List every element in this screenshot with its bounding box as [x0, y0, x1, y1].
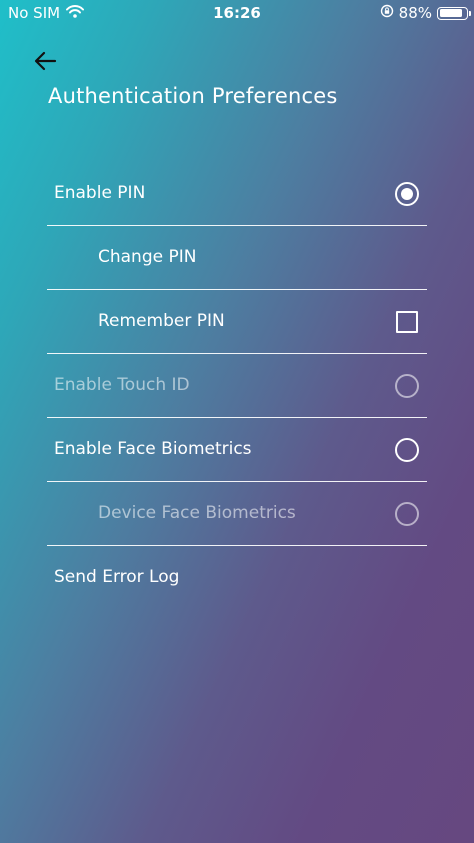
device-face-biometrics-label: Device Face Biometrics	[98, 503, 296, 523]
enable-touch-id-row[interactable]: Enable Touch ID	[47, 354, 427, 418]
battery-fill	[439, 9, 462, 17]
enable-face-biometrics-radio[interactable]	[395, 438, 419, 462]
battery-percent: 88%	[398, 4, 432, 22]
enable-face-biometrics-row[interactable]: Enable Face Biometrics	[47, 418, 427, 482]
settings-list: Enable PIN Change PIN Remember PIN Enabl…	[47, 162, 427, 610]
page-title: Authentication Preferences	[48, 84, 338, 108]
send-error-log-row[interactable]: Send Error Log	[47, 546, 427, 610]
enable-pin-label: Enable PIN	[54, 183, 146, 203]
arrow-left-icon	[32, 51, 60, 78]
change-pin-label: Change PIN	[98, 247, 197, 267]
change-pin-row[interactable]: Change PIN	[47, 226, 427, 290]
enable-pin-row[interactable]: Enable PIN	[47, 162, 427, 226]
orientation-lock-icon	[380, 4, 394, 22]
send-error-log-label: Send Error Log	[54, 567, 180, 587]
battery-icon	[437, 6, 471, 20]
remember-pin-row[interactable]: Remember PIN	[47, 290, 427, 354]
device-face-biometrics-row[interactable]: Device Face Biometrics	[47, 482, 427, 546]
enable-pin-radio[interactable]	[395, 182, 419, 206]
status-bar: No SIM 16:26 88%	[0, 0, 474, 27]
enable-touch-id-label: Enable Touch ID	[54, 375, 190, 395]
status-right: 88%	[380, 4, 471, 22]
remember-pin-label: Remember PIN	[98, 311, 225, 331]
back-button[interactable]	[32, 48, 60, 74]
enable-touch-id-radio[interactable]	[395, 374, 419, 398]
device-face-biometrics-radio[interactable]	[395, 502, 419, 526]
remember-pin-checkbox[interactable]	[396, 311, 418, 333]
enable-face-biometrics-label: Enable Face Biometrics	[54, 439, 252, 459]
